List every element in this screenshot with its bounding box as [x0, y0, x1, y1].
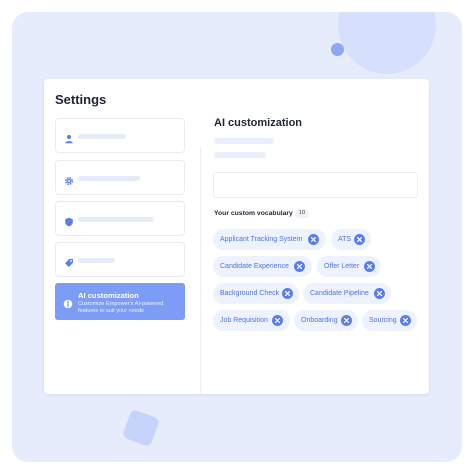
gear-icon [64, 173, 74, 186]
remove-chip-icon[interactable] [341, 315, 352, 326]
vocabulary-input[interactable] [213, 172, 418, 198]
chip-label: Candidate Pipeline [310, 290, 369, 297]
sidebar-item-placeholder [78, 176, 140, 181]
vocabulary-count-badge: 10 [295, 209, 309, 218]
column-divider [200, 147, 201, 394]
chip-label: Applicant Tracking System [220, 236, 303, 243]
sidebar-item-placeholder [78, 134, 126, 139]
sidebar-item-placeholder [78, 258, 115, 263]
vocabulary-chip: Applicant Tracking System [213, 229, 326, 250]
decorative-circle [338, 12, 436, 74]
vocabulary-chip: ATS [331, 229, 371, 250]
page-title: Settings [55, 92, 107, 107]
vocabulary-chip: Onboarding [294, 310, 358, 331]
sidebar-item-tags[interactable] [55, 242, 185, 277]
chip-label: Job Requisition [220, 317, 268, 324]
placeholder-line [214, 152, 266, 158]
vocabulary-label: Your custom vocabulary [214, 210, 293, 217]
chip-label: Onboarding [301, 317, 338, 324]
vocabulary-chip: Background Check [213, 283, 299, 304]
sidebar-item-description: Customize Empower's AI-powered features … [78, 301, 164, 314]
sidebar-item-general[interactable] [55, 160, 185, 195]
remove-chip-icon[interactable] [374, 288, 385, 299]
sidebar-item-placeholder [78, 217, 154, 222]
chip-label: Sourcing [369, 317, 397, 324]
chip-label: Background Check [220, 290, 280, 297]
tag-icon [64, 255, 74, 267]
decorative-dot [331, 43, 344, 56]
vocabulary-chip: Sourcing [362, 310, 417, 331]
sidebar-item-label: AI customization [78, 291, 139, 300]
placeholder-line [214, 138, 274, 144]
remove-chip-icon[interactable] [364, 261, 375, 272]
sidebar-item-security[interactable] [55, 201, 185, 236]
remove-chip-icon[interactable] [400, 315, 411, 326]
remove-chip-icon[interactable] [282, 288, 293, 299]
settings-window: Settings AI customization Customize Empo… [44, 79, 429, 394]
chip-label: ATS [338, 236, 352, 243]
section-title: AI customization [214, 117, 303, 129]
user-icon [64, 131, 74, 144]
sidebar-item-profile[interactable] [55, 118, 185, 153]
vocabulary-chip: Job Requisition [213, 310, 290, 331]
ai-icon [63, 296, 73, 309]
vocabulary-chip: Candidate Pipeline [303, 283, 391, 304]
chip-label: Offer Letter [324, 263, 360, 270]
decorative-square [121, 408, 161, 448]
vocabulary-chip: Offer Letter [317, 256, 381, 277]
illustration-frame: Settings AI customization Customize Empo… [12, 12, 462, 462]
remove-chip-icon[interactable] [272, 315, 283, 326]
sidebar-item-ai-customization[interactable]: AI customization Customize Empower's AI-… [55, 283, 185, 320]
vocabulary-chip: Candidate Experience [213, 256, 312, 277]
chip-label: Candidate Experience [220, 263, 289, 270]
remove-chip-icon[interactable] [294, 261, 305, 272]
remove-chip-icon[interactable] [354, 234, 365, 245]
shield-icon [64, 214, 74, 227]
remove-chip-icon[interactable] [308, 234, 319, 245]
